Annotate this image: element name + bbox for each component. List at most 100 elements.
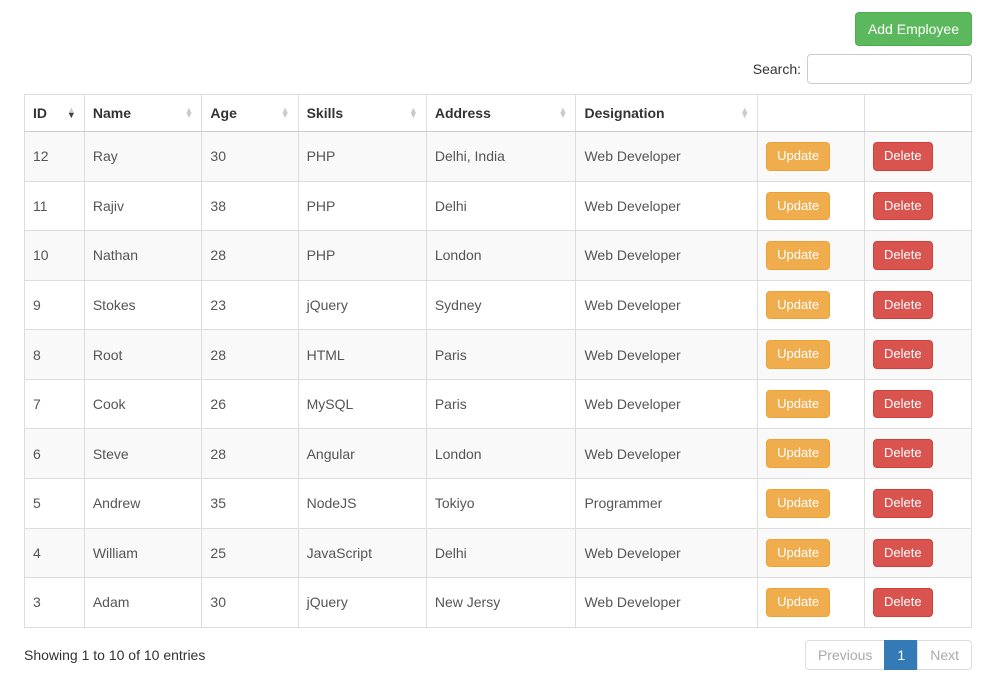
- pagination: Previous 1 Next: [805, 640, 972, 670]
- cell-id: 8: [25, 330, 85, 380]
- column-header-update: [758, 95, 865, 132]
- cell-delete: Delete: [865, 132, 972, 182]
- cell-id: 11: [25, 181, 85, 231]
- pagination-page-1[interactable]: 1: [884, 640, 918, 670]
- column-header-skills[interactable]: Skills: [298, 95, 426, 132]
- cell-skills: PHP: [298, 231, 426, 281]
- cell-update: Update: [758, 578, 865, 628]
- column-label: Skills: [307, 105, 344, 121]
- cell-delete: Delete: [865, 429, 972, 479]
- update-button[interactable]: Update: [766, 390, 830, 419]
- employee-table: ID Name Age Skills Address Designation: [24, 94, 972, 628]
- search-input[interactable]: [807, 54, 972, 84]
- table-row: 12Ray30PHPDelhi, IndiaWeb DeveloperUpdat…: [25, 132, 972, 182]
- cell-age: 26: [202, 379, 298, 429]
- add-employee-button[interactable]: Add Employee: [855, 12, 972, 46]
- search-label: Search:: [753, 61, 801, 77]
- update-button[interactable]: Update: [766, 489, 830, 518]
- column-header-name[interactable]: Name: [84, 95, 202, 132]
- delete-button[interactable]: Delete: [873, 489, 933, 518]
- column-label: Address: [435, 105, 491, 121]
- update-button[interactable]: Update: [766, 291, 830, 320]
- cell-address: Delhi, India: [426, 132, 576, 182]
- sort-icon: [409, 108, 418, 118]
- cell-skills: jQuery: [298, 280, 426, 330]
- cell-skills: NodeJS: [298, 478, 426, 528]
- cell-address: Delhi: [426, 181, 576, 231]
- cell-id: 4: [25, 528, 85, 578]
- cell-skills: HTML: [298, 330, 426, 380]
- cell-age: 38: [202, 181, 298, 231]
- cell-skills: JavaScript: [298, 528, 426, 578]
- cell-skills: Angular: [298, 429, 426, 479]
- pagination-previous[interactable]: Previous: [805, 640, 885, 670]
- cell-address: New Jersy: [426, 578, 576, 628]
- delete-button[interactable]: Delete: [873, 241, 933, 270]
- update-button[interactable]: Update: [766, 340, 830, 369]
- table-row: 6Steve28AngularLondonWeb DeveloperUpdate…: [25, 429, 972, 479]
- cell-designation: Programmer: [576, 478, 758, 528]
- cell-designation: Web Developer: [576, 330, 758, 380]
- delete-button[interactable]: Delete: [873, 439, 933, 468]
- cell-age: 35: [202, 478, 298, 528]
- update-button[interactable]: Update: [766, 142, 830, 171]
- update-button[interactable]: Update: [766, 588, 830, 617]
- cell-delete: Delete: [865, 478, 972, 528]
- cell-update: Update: [758, 478, 865, 528]
- cell-id: 6: [25, 429, 85, 479]
- cell-delete: Delete: [865, 181, 972, 231]
- cell-update: Update: [758, 231, 865, 281]
- update-button[interactable]: Update: [766, 241, 830, 270]
- cell-delete: Delete: [865, 231, 972, 281]
- delete-button[interactable]: Delete: [873, 142, 933, 171]
- cell-designation: Web Developer: [576, 132, 758, 182]
- column-label: ID: [33, 105, 47, 121]
- delete-button[interactable]: Delete: [873, 291, 933, 320]
- cell-delete: Delete: [865, 578, 972, 628]
- cell-delete: Delete: [865, 280, 972, 330]
- cell-name: William: [84, 528, 202, 578]
- cell-update: Update: [758, 330, 865, 380]
- cell-address: Delhi: [426, 528, 576, 578]
- cell-age: 28: [202, 231, 298, 281]
- cell-update: Update: [758, 132, 865, 182]
- cell-update: Update: [758, 280, 865, 330]
- update-button[interactable]: Update: [766, 439, 830, 468]
- sort-icon: [559, 108, 568, 118]
- cell-name: Ray: [84, 132, 202, 182]
- table-row: 7Cook26MySQLParisWeb DeveloperUpdateDele…: [25, 379, 972, 429]
- cell-age: 23: [202, 280, 298, 330]
- table-row: 11Rajiv38PHPDelhiWeb DeveloperUpdateDele…: [25, 181, 972, 231]
- column-header-designation[interactable]: Designation: [576, 95, 758, 132]
- pagination-next[interactable]: Next: [917, 640, 972, 670]
- delete-button[interactable]: Delete: [873, 192, 933, 221]
- table-row: 4William25JavaScriptDelhiWeb DeveloperUp…: [25, 528, 972, 578]
- column-header-delete: [865, 95, 972, 132]
- column-label: Name: [93, 105, 131, 121]
- cell-designation: Web Developer: [576, 181, 758, 231]
- update-button[interactable]: Update: [766, 192, 830, 221]
- cell-update: Update: [758, 528, 865, 578]
- table-row: 8Root28HTMLParisWeb DeveloperUpdateDelet…: [25, 330, 972, 380]
- column-header-id[interactable]: ID: [25, 95, 85, 132]
- delete-button[interactable]: Delete: [873, 340, 933, 369]
- update-button[interactable]: Update: [766, 539, 830, 568]
- cell-update: Update: [758, 429, 865, 479]
- table-row: 3Adam30jQueryNew JersyWeb DeveloperUpdat…: [25, 578, 972, 628]
- cell-designation: Web Developer: [576, 231, 758, 281]
- sort-icon: [740, 108, 749, 118]
- cell-designation: Web Developer: [576, 379, 758, 429]
- cell-age: 30: [202, 578, 298, 628]
- cell-id: 10: [25, 231, 85, 281]
- column-header-address[interactable]: Address: [426, 95, 576, 132]
- delete-button[interactable]: Delete: [873, 390, 933, 419]
- delete-button[interactable]: Delete: [873, 588, 933, 617]
- cell-update: Update: [758, 181, 865, 231]
- column-header-age[interactable]: Age: [202, 95, 298, 132]
- cell-address: Sydney: [426, 280, 576, 330]
- delete-button[interactable]: Delete: [873, 539, 933, 568]
- cell-id: 9: [25, 280, 85, 330]
- cell-skills: jQuery: [298, 578, 426, 628]
- cell-id: 3: [25, 578, 85, 628]
- cell-address: Paris: [426, 379, 576, 429]
